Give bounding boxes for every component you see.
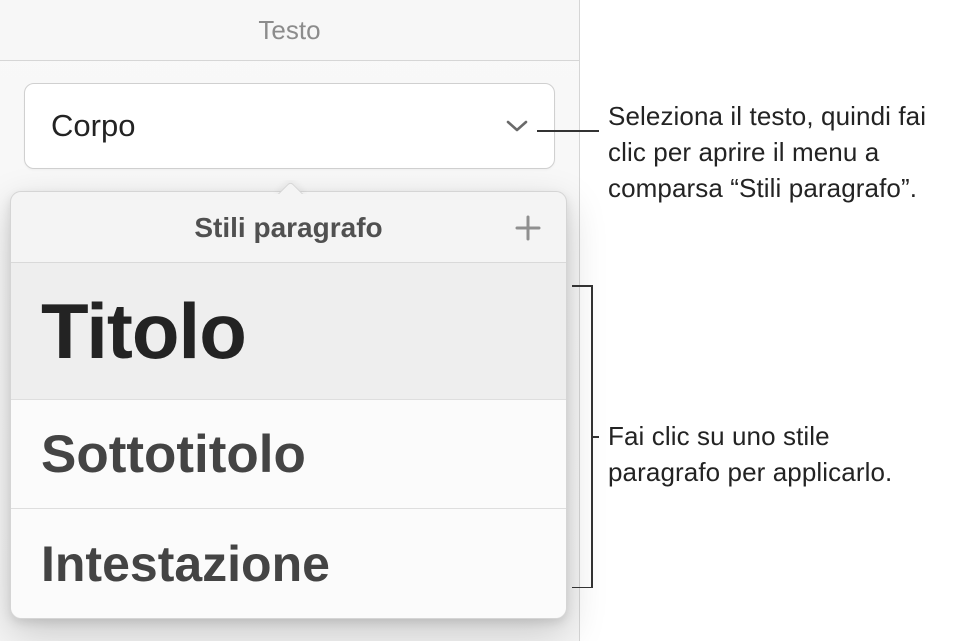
plus-icon — [514, 214, 542, 242]
text-inspector-panel: Testo Corpo Stili paragrafo Titolo Sotto… — [0, 0, 580, 641]
chevron-down-icon — [506, 119, 528, 133]
panel-header: Testo — [0, 0, 579, 61]
paragraph-styles-popover: Stili paragrafo Titolo Sottotitolo Intes… — [10, 191, 567, 619]
callout-text-1: Seleziona il testo, quindi fai clic per … — [608, 99, 954, 207]
panel-header-label: Testo — [258, 15, 320, 45]
callout-text-2: Fai clic su uno stile paragrafo per appl… — [608, 419, 938, 491]
paragraph-style-current: Corpo — [51, 108, 135, 144]
popover-title: Stili paragrafo — [67, 212, 510, 244]
style-item-sottotitolo[interactable]: Sottotitolo — [11, 400, 566, 509]
paragraph-style-dropdown[interactable]: Corpo — [24, 83, 555, 169]
callout-leader-2 — [592, 436, 599, 438]
popover-pointer — [273, 180, 307, 194]
style-item-titolo[interactable]: Titolo — [11, 263, 566, 400]
add-style-button[interactable] — [510, 210, 546, 246]
popover-header: Stili paragrafo — [11, 192, 566, 263]
callout-bracket — [572, 285, 592, 588]
style-item-label: Titolo — [41, 286, 246, 377]
style-item-label: Sottotitolo — [41, 424, 306, 485]
callout-leader-1 — [537, 130, 599, 132]
paragraph-style-list: Titolo Sottotitolo Intestazione — [11, 263, 566, 618]
style-item-label: Intestazione — [41, 535, 330, 593]
style-item-intestazione[interactable]: Intestazione — [11, 509, 566, 618]
